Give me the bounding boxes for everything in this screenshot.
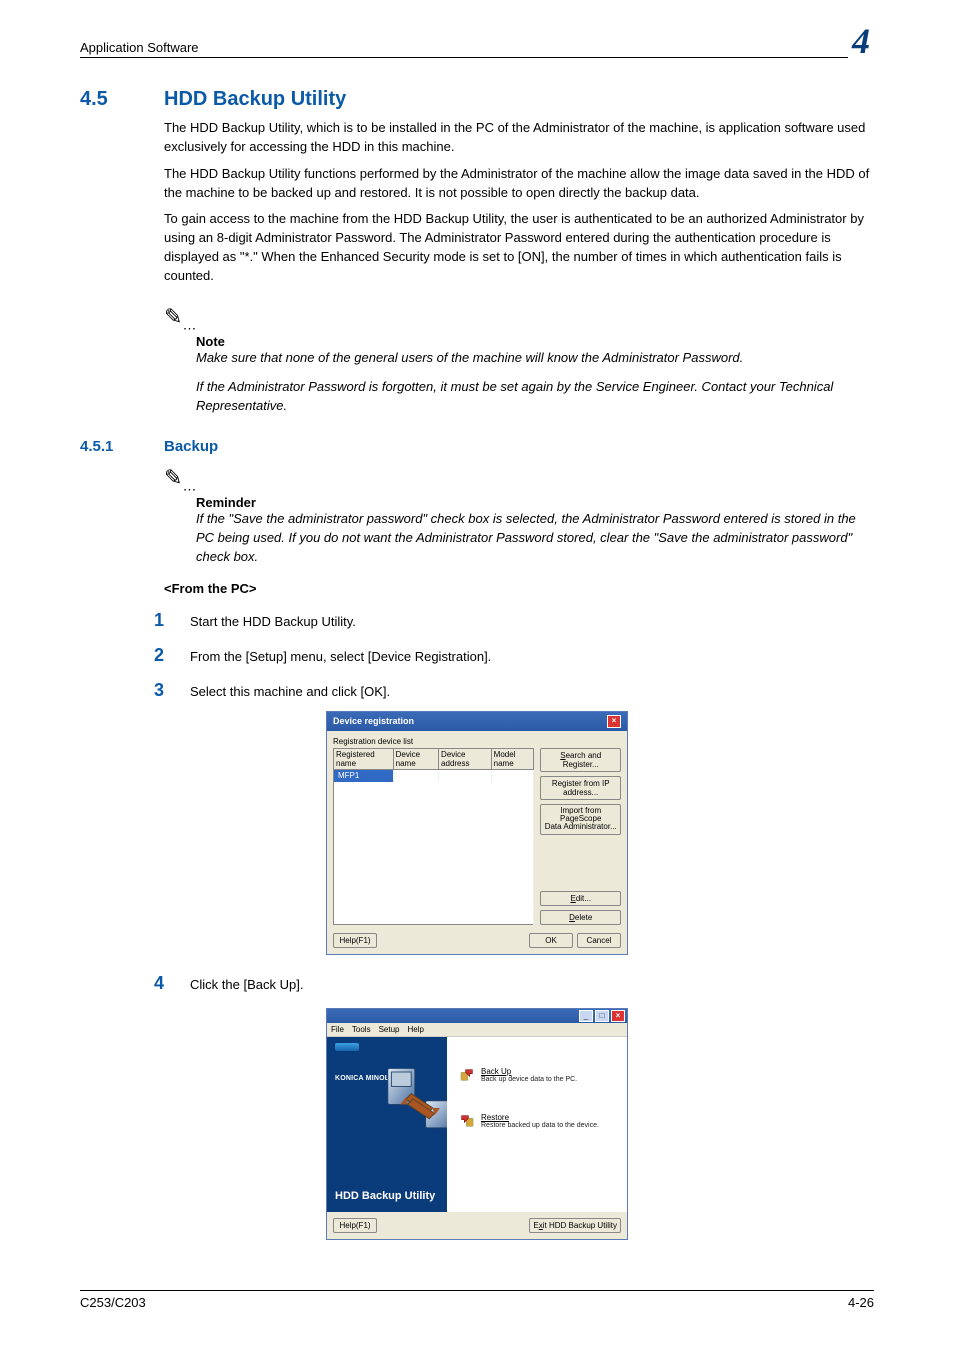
cancel-button[interactable]: Cancel (577, 933, 621, 948)
column-header[interactable]: Model name (491, 748, 534, 769)
column-header[interactable]: Device address (439, 748, 492, 769)
help-button[interactable]: Help(F1) (333, 933, 377, 948)
note-body-2: If the Administrator Password is forgott… (196, 378, 874, 416)
subsection-title: Backup (164, 438, 218, 455)
register-from-ip-button[interactable]: Register from IP address... (540, 776, 621, 800)
maximize-icon[interactable]: □ (595, 1010, 609, 1022)
exit-button[interactable]: Exit HDD Backup Utility (529, 1218, 621, 1233)
menu-tools[interactable]: Tools (352, 1025, 371, 1034)
search-register-button[interactable]: Search and Register... (540, 748, 621, 772)
brand-logo-stripe (335, 1043, 359, 1051)
column-header[interactable]: Device name (393, 748, 438, 769)
footer-model: C253/C203 (80, 1295, 146, 1310)
backup-graphic-icon (377, 1063, 447, 1153)
footer-page: 4-26 (848, 1295, 874, 1310)
chapter-number: 4 (848, 20, 874, 62)
delete-button[interactable]: Delete (540, 910, 621, 925)
help-button[interactable]: Help(F1) (333, 1218, 377, 1233)
step-text: Start the HDD Backup Utility. (190, 614, 356, 629)
backup-icon (459, 1067, 475, 1083)
running-head: Application Software (80, 40, 199, 55)
subsection-number: 4.5.1 (80, 438, 140, 455)
close-icon[interactable]: × (611, 1010, 625, 1022)
reminder-label: Reminder (196, 495, 874, 510)
backup-action[interactable]: Back Up Back up device data to the PC. (459, 1067, 617, 1083)
step-text: Select this machine and click [OK]. (190, 684, 390, 699)
section-paragraph-1: The HDD Backup Utility, which is to be i… (164, 119, 874, 157)
procedure-label: <From the PC> (164, 581, 874, 596)
step-number: 3 (154, 680, 172, 701)
section-paragraph-3: To gain access to the machine from the H… (164, 210, 874, 285)
section-number: 4.5 (80, 88, 140, 111)
step-number: 4 (154, 973, 172, 994)
group-label: Registration device list (333, 737, 621, 746)
device-list-table[interactable]: Registered name Device name Device addre… (333, 748, 534, 925)
column-header[interactable]: Registered name (334, 748, 394, 769)
note-icon: ✎… (164, 304, 198, 332)
section-title: HDD Backup Utility (164, 88, 346, 111)
restore-action[interactable]: Restore Restore backed up data to the de… (459, 1113, 617, 1129)
section-paragraph-2: The HDD Backup Utility functions perform… (164, 165, 874, 203)
menu-file[interactable]: File (331, 1025, 344, 1034)
device-registration-dialog: Device registration × Registration devic… (326, 711, 628, 955)
table-row[interactable]: MFP1 (334, 769, 534, 782)
selected-cell[interactable]: MFP1 (334, 769, 394, 782)
note-label: Note (196, 334, 874, 349)
menu-help[interactable]: Help (407, 1025, 423, 1034)
step-text: Click the [Back Up]. (190, 977, 303, 992)
restore-icon (459, 1113, 475, 1129)
hdd-backup-utility-window: _ □ × File Tools Setup Help KONICA MINOL… (326, 1008, 628, 1240)
note-body-1: Make sure that none of the general users… (196, 349, 874, 368)
step-number: 1 (154, 610, 172, 631)
import-button[interactable]: Import from PageScope Data Administrator… (540, 804, 621, 835)
minimize-icon[interactable]: _ (579, 1010, 593, 1022)
step-number: 2 (154, 645, 172, 666)
product-title: HDD Backup Utility (335, 1190, 447, 1202)
backup-desc: Back up device data to the PC. (481, 1076, 577, 1083)
step-text: From the [Setup] menu, select [Device Re… (190, 649, 491, 664)
reminder-body: If the "Save the administrator password"… (196, 510, 874, 567)
reminder-icon: ✎… (164, 465, 198, 493)
edit-button[interactable]: Edit... (540, 891, 621, 906)
dialog-title: Device registration (333, 716, 414, 726)
close-icon[interactable]: × (607, 715, 621, 728)
menu-setup[interactable]: Setup (379, 1025, 400, 1034)
restore-desc: Restore backed up data to the device. (481, 1122, 599, 1129)
ok-button[interactable]: OK (529, 933, 573, 948)
